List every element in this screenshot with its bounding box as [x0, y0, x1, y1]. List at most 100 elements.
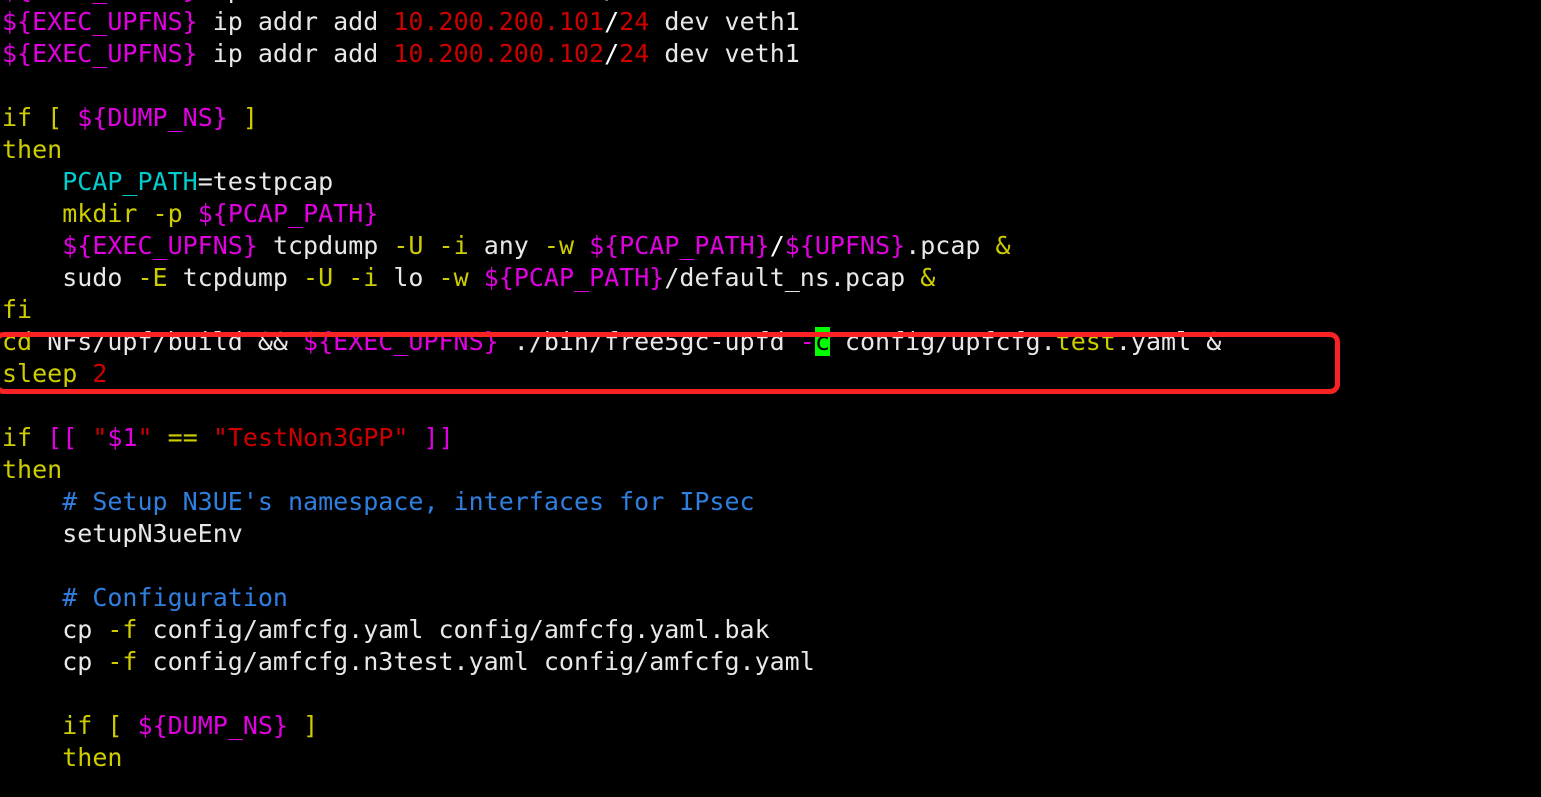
code-token: fi: [2, 295, 33, 324]
code-token: "TestNon3GPP": [212, 423, 409, 452]
code-token: -U: [303, 263, 334, 292]
code-line: cp -f config/amfcfg.n3test.yaml config/a…: [0, 646, 1541, 678]
code-token: if: [62, 711, 93, 740]
code-token: config/upfcfg.: [829, 327, 1056, 356]
code-token: -E: [137, 263, 168, 292]
code-token: cd: [2, 327, 33, 356]
code-token: ]: [303, 711, 319, 740]
code-token: 10: [393, 0, 423, 4]
code-line: cd NFs/upf/build && ${EXEC_UPFNS} ./bin/…: [0, 326, 1541, 358]
code-token: PCAP_PATH: [62, 167, 198, 196]
code-token: .yaml: [1115, 327, 1207, 356]
code-line: # Setup N3UE's namespace, interfaces for…: [0, 486, 1541, 518]
code-token: ${EXEC_UPFNS}: [2, 39, 198, 68]
code-token: ${DUMP_NS}: [77, 103, 228, 132]
code-token: then: [2, 455, 63, 484]
code-token: ${PCAP_PATH}: [483, 263, 665, 292]
code-token: 200: [438, 7, 484, 36]
code-token: /: [769, 231, 785, 260]
code-token: .: [483, 39, 499, 68]
code-token: /: [604, 7, 620, 36]
code-token: ]]: [423, 423, 454, 452]
code-token: ip addr add: [197, 7, 394, 36]
code-token: 200: [498, 39, 544, 68]
code-token: 10: [393, 7, 424, 36]
code-token: sleep: [2, 359, 78, 388]
code-token: /default_ns.pcap: [664, 263, 921, 292]
code-token: ${EXEC_UPFNS}: [303, 327, 499, 356]
code-token: -w: [543, 231, 575, 260]
code-token: 200: [439, 0, 484, 4]
code-token: lo: [378, 263, 439, 292]
code-token: .: [544, 0, 559, 4]
code-line: setupN3ueEnv: [0, 518, 1541, 550]
code-token: # Configuration: [62, 583, 288, 612]
code-token: ": [92, 423, 108, 452]
code-line: ${EXEC_UPFNS} tcpdump -U -i any -w ${PCA…: [0, 230, 1541, 262]
code-line: if [ ${DUMP_NS} ]: [0, 710, 1541, 742]
text-cursor: c: [814, 327, 830, 356]
code-token: -U: [393, 231, 424, 260]
terminal-window[interactable]: ${EXEC_UPFNS} ip addr add 10.200.200.100…: [0, 0, 1541, 797]
code-token: 100: [559, 0, 604, 4]
code-token: [: [107, 711, 123, 740]
code-token: ${EXEC_UPFNS}: [2, 7, 198, 36]
code-token: NFs/upf/build &&: [32, 327, 304, 356]
code-token: .: [423, 0, 438, 4]
code-token: then: [2, 135, 63, 164]
code-token: [[: [47, 423, 78, 452]
code-line: ${EXEC_UPFNS} ip addr add 10.200.200.101…: [0, 6, 1541, 38]
code-token: /: [604, 39, 620, 68]
code-token: ]: [242, 103, 258, 132]
code-line: then: [0, 134, 1541, 166]
code-token: /: [604, 0, 619, 4]
code-token: $1: [107, 423, 138, 452]
code-token: ==: [167, 423, 198, 452]
code-token: tcpdump: [257, 231, 394, 260]
code-token: .: [484, 0, 499, 4]
code-token: ${EXEC_UPFNS}: [62, 231, 258, 260]
code-token: ${PCAP_PATH}: [197, 199, 379, 228]
code-token: .: [543, 7, 559, 36]
code-token: ${PCAP_PATH}: [589, 231, 770, 260]
code-token: -p: [152, 199, 183, 228]
code-token: &: [920, 263, 936, 292]
code-token: ${UPFNS}: [784, 231, 906, 260]
code-token: if: [2, 103, 33, 132]
code-token: 200: [438, 39, 484, 68]
code-token: any: [468, 231, 544, 260]
code-token: -f: [107, 647, 138, 676]
code-token: dev veth1: [649, 7, 800, 36]
code-token: ": [137, 423, 153, 452]
code-token: ${EXEC_UPFNS}: [2, 0, 198, 4]
code-line: sleep 2: [0, 358, 1541, 390]
code-line: fi: [0, 294, 1541, 326]
shell-script-content[interactable]: ${EXEC_UPFNS} ip addr add 10.200.200.100…: [0, 0, 1541, 774]
code-token: -: [799, 327, 815, 356]
code-token: config/amfcfg.yaml config/amfcfg.yaml.ba…: [137, 615, 770, 644]
code-line: ${EXEC_UPFNS} ip addr add 10.200.200.102…: [0, 38, 1541, 70]
code-token: cp: [2, 647, 108, 676]
code-token: -f: [107, 615, 138, 644]
code-token: &: [995, 231, 1011, 260]
code-token: mkdir: [62, 199, 138, 228]
